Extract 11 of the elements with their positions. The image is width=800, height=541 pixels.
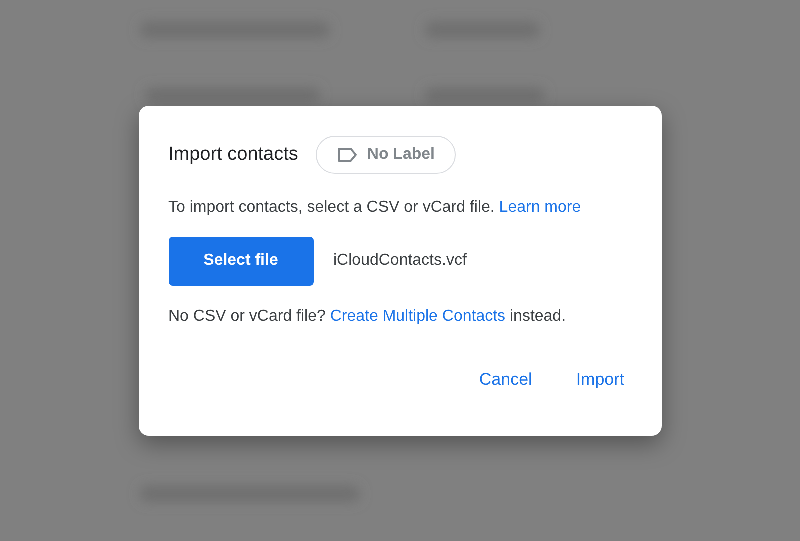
select-file-button[interactable]: Select file <box>168 236 314 286</box>
cancel-button[interactable]: Cancel <box>464 364 548 396</box>
label-chip[interactable]: No Label <box>316 136 456 174</box>
instructions-text: To import contacts, select a CSV or vCard file. Learn more <box>168 198 582 216</box>
learn-more-link[interactable]: Learn more <box>499 198 582 216</box>
import-button[interactable]: Import <box>561 364 640 396</box>
label-icon <box>337 146 360 162</box>
alternative-text: No CSV or vCard file? Create Multiple Contacts instead. <box>168 308 568 326</box>
dialog-title: Import contacts <box>168 144 298 166</box>
create-contacts-link[interactable]: Create Multiple Contacts <box>330 308 506 324</box>
file-name: iCloudContacts.vcf <box>334 252 467 270</box>
